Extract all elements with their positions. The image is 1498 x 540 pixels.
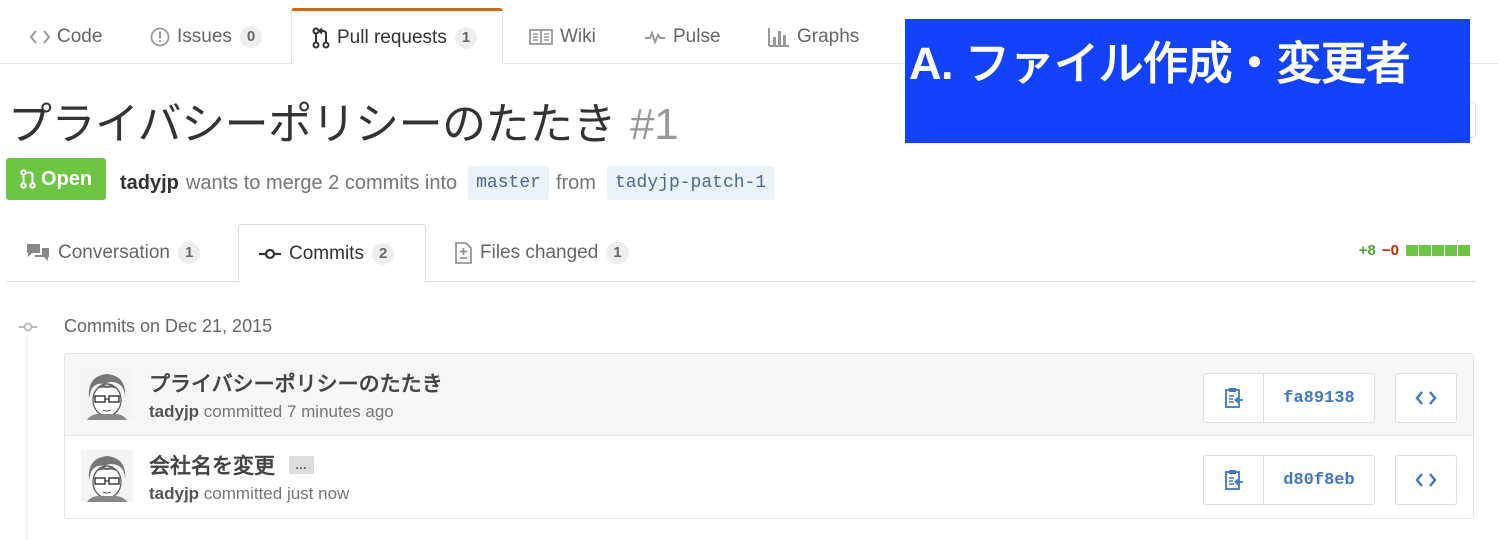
tab-commits-label: Commits <box>289 242 364 264</box>
pulse-icon <box>644 29 666 45</box>
tab-issues[interactable]: Issues 0 <box>130 8 282 65</box>
diffstat[interactable]: +8 −0 <box>1359 242 1470 259</box>
tab-graphs[interactable]: Graphs <box>748 8 879 65</box>
tab-pull-requests[interactable]: Pull requests 1 <box>291 8 503 65</box>
diffstat-block <box>1445 245 1457 256</box>
git-commit-icon <box>259 247 281 261</box>
sha-button-group: d80f8eb <box>1203 455 1375 505</box>
commit-author[interactable]: tadyjp <box>149 484 199 503</box>
from-text: from <box>555 171 596 194</box>
code-icon <box>30 29 50 44</box>
pull-requests-count: 1 <box>454 26 478 49</box>
commit-action: committed <box>203 402 283 421</box>
status-badge: Open <box>6 158 106 200</box>
tab-pull-requests-label: Pull requests <box>337 26 447 48</box>
commits-date-heading: Commits on Dec 21, 2015 <box>64 316 273 336</box>
avatar[interactable] <box>81 450 133 502</box>
comment-discussion-icon <box>26 243 50 263</box>
diffstat-block <box>1419 245 1431 256</box>
commit-meta: tadyjp committed 7 minutes ago <box>149 402 394 422</box>
commits-count: 2 <box>371 242 395 265</box>
status-label: Open <box>40 167 93 190</box>
graph-icon <box>768 27 790 47</box>
copy-sha-button[interactable] <box>1204 374 1264 422</box>
tab-wiki-label: Wiki <box>560 25 596 47</box>
issues-count: 0 <box>239 25 263 48</box>
code-icon <box>1415 473 1437 487</box>
tab-files-changed[interactable]: Files changed 1 <box>434 224 649 282</box>
page-title: プライバシーポリシーのたたき #1 <box>8 88 679 152</box>
commit-action: committed <box>203 484 283 503</box>
timeline-line <box>26 318 28 540</box>
sha-button-group: fa89138 <box>1203 373 1375 423</box>
annotation-label: A. ファイル作成・変更者 <box>905 19 1470 143</box>
git-commit-icon <box>16 318 40 336</box>
commit-time: just now <box>286 484 350 503</box>
pr-number: #1 <box>630 100 679 149</box>
code-icon <box>1415 391 1437 405</box>
diffstat-blocks <box>1406 245 1470 256</box>
commit-title[interactable]: プライバシーポリシーのたたき <box>149 368 443 398</box>
commit-author[interactable]: tadyjp <box>149 402 199 421</box>
tab-conversation[interactable]: Conversation 1 <box>6 224 220 282</box>
tab-issues-label: Issues <box>177 25 232 47</box>
deletions-count: −0 <box>1381 242 1399 259</box>
base-branch[interactable]: master <box>468 166 549 200</box>
tab-code[interactable]: Code <box>10 8 122 65</box>
commit-row: プライバシーポリシーのたたき tadyjp committed 7 minute… <box>65 354 1473 436</box>
pr-author[interactable]: tadyjp <box>120 172 179 195</box>
tab-conversation-label: Conversation <box>58 242 170 263</box>
commit-title[interactable]: 会社名を変更 … <box>149 450 314 480</box>
commit-sha-link[interactable]: d80f8eb <box>1264 456 1374 504</box>
tab-files-changed-label: Files changed <box>480 242 599 263</box>
tab-commits[interactable]: Commits 2 <box>238 224 426 283</box>
diffstat-block <box>1432 245 1444 256</box>
git-pull-request-icon <box>20 169 36 189</box>
browse-code-button[interactable] <box>1395 373 1457 423</box>
pr-title-text: プライバシーポリシーのたたき <box>8 100 617 149</box>
issue-opened-icon <box>150 27 170 47</box>
commit-row: 会社名を変更 … tadyjp committed just now d80f8… <box>65 436 1473 518</box>
git-pull-request-icon <box>312 27 330 49</box>
expand-message-button[interactable]: … <box>289 456 314 474</box>
commit-list: プライバシーポリシーのたたき tadyjp committed 7 minute… <box>64 353 1474 519</box>
tab-pulse-label: Pulse <box>673 25 721 47</box>
commit-title-text[interactable]: プライバシーポリシーのたたき <box>149 368 443 398</box>
tab-graphs-label: Graphs <box>797 25 860 47</box>
clippy-icon <box>1224 470 1243 490</box>
pr-tabs: Conversation 1 Commits 2 Files changed 1 <box>6 224 1476 283</box>
commit-time: 7 minutes ago <box>286 402 394 421</box>
commit-sha-link[interactable]: fa89138 <box>1264 374 1374 422</box>
copy-sha-button[interactable] <box>1204 456 1264 504</box>
additions-count: +8 <box>1358 242 1376 259</box>
clippy-icon <box>1224 388 1243 408</box>
merge-text: wants to merge 2 commits into <box>185 171 458 194</box>
diffstat-block <box>1406 245 1418 256</box>
pr-meta: tadyjp wants to merge 2 commits into mas… <box>120 166 781 200</box>
avatar[interactable] <box>81 368 133 420</box>
conversation-count: 1 <box>177 242 201 264</box>
commit-title-text[interactable]: 会社名を変更 <box>149 450 275 480</box>
head-branch[interactable]: tadyjp-patch-1 <box>606 166 775 200</box>
browse-code-button[interactable] <box>1395 455 1457 505</box>
tab-code-label: Code <box>57 25 103 47</box>
diffstat-block <box>1458 245 1470 256</box>
tab-wiki[interactable]: Wiki <box>509 8 616 65</box>
commit-meta: tadyjp committed just now <box>149 484 349 504</box>
diff-icon <box>454 242 472 264</box>
book-icon <box>529 28 553 46</box>
files-changed-count: 1 <box>606 242 629 264</box>
tab-pulse[interactable]: Pulse <box>624 8 741 65</box>
